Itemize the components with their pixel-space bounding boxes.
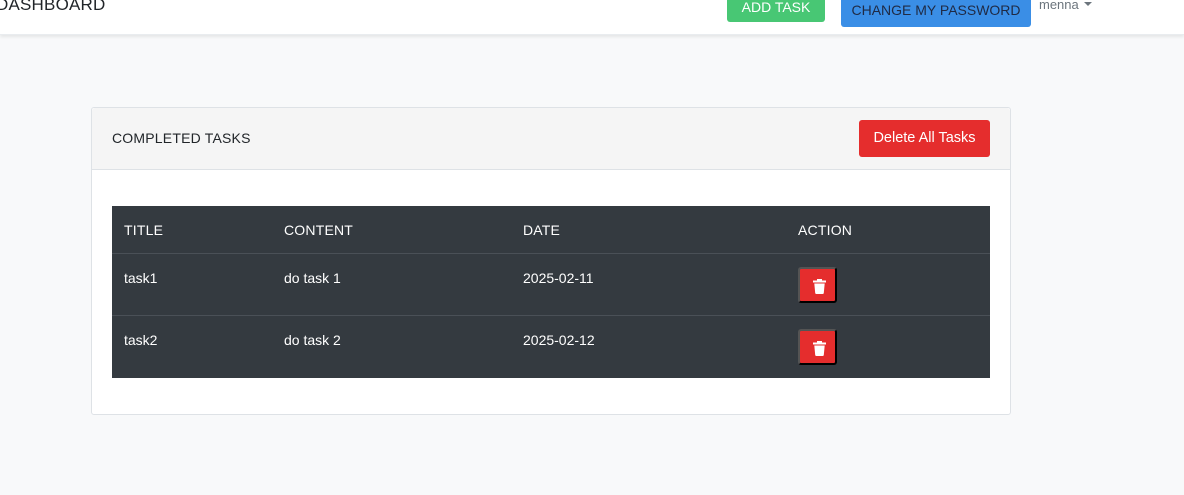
trash-icon [813,279,826,294]
add-task-button[interactable]: ADD TASK [727,0,825,22]
task-date: 2025-02-11 [523,270,594,286]
delete-task-button[interactable] [798,329,837,365]
table-row: task2 do task 2 2025-02-12 [112,316,990,378]
caret-down-icon [1083,2,1092,6]
task-content: do task 2 [284,332,341,348]
card-title: COMPLETED TASKS [112,130,251,146]
column-header-title: TITLE [124,222,164,238]
delete-all-tasks-button[interactable]: Delete All Tasks [859,120,990,157]
card-header: COMPLETED TASKS Delete All Tasks [92,108,1010,170]
table-header-row: TITLE CONTENT DATE ACTION [112,206,990,254]
trash-icon [813,341,826,356]
task-date: 2025-02-12 [523,332,595,348]
delete-task-button[interactable] [798,267,837,303]
task-title: task2 [124,332,158,348]
completed-tasks-card: COMPLETED TASKS Delete All Tasks TITLE C… [91,107,1011,415]
task-title: task1 [124,270,158,286]
column-header-content: CONTENT [284,222,354,238]
table-row: task1 do task 1 2025-02-11 [112,254,990,316]
brand-link[interactable]: DASHBOARD [0,0,106,15]
user-menu[interactable]: menna [1039,0,1092,12]
user-name: menna [1039,0,1079,12]
top-navbar: DASHBOARD ADD TASK CHANGE MY PASSWORD me… [0,0,1184,35]
tasks-table: TITLE CONTENT DATE ACTION task1 do task … [112,206,990,378]
column-header-date: DATE [523,222,561,238]
change-password-button[interactable]: CHANGE MY PASSWORD [841,0,1031,27]
column-header-action: ACTION [798,222,853,238]
task-content: do task 1 [284,270,341,286]
